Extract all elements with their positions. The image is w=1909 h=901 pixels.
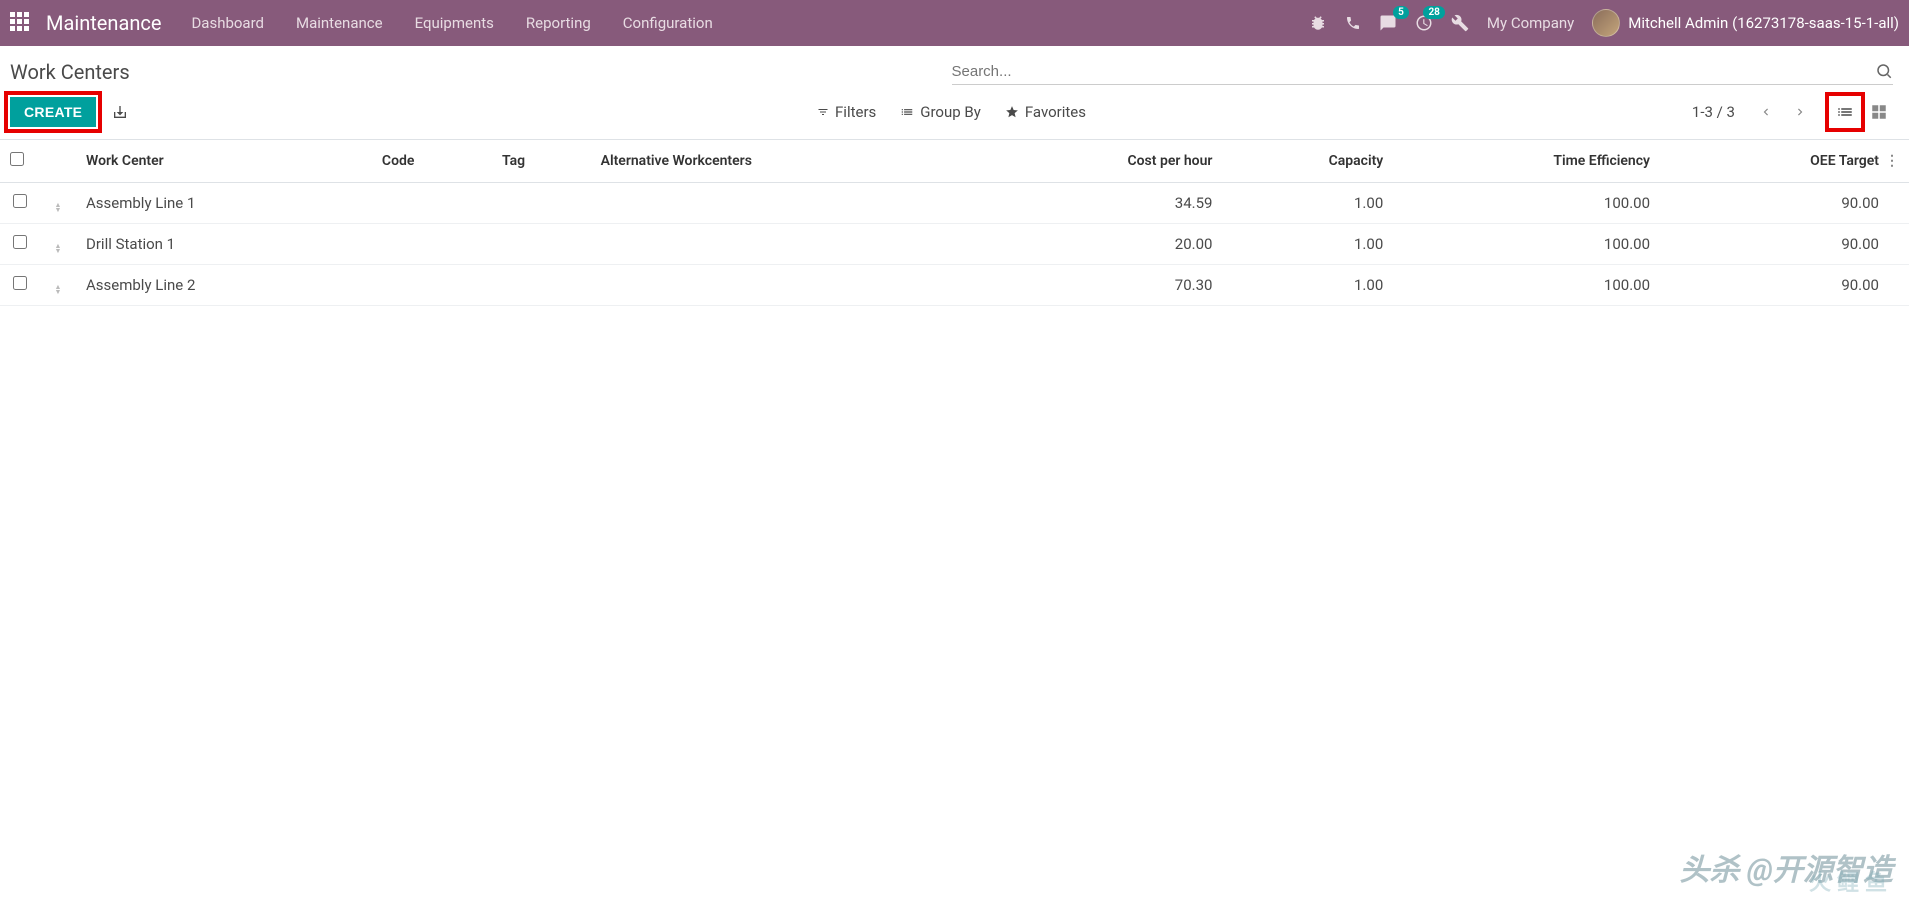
cell-eff: 100.00 <box>1393 224 1660 265</box>
cell-alt <box>591 183 983 224</box>
main-menu: Dashboard Maintenance Equipments Reporti… <box>191 14 1308 32</box>
col-eff[interactable]: Time Efficiency <box>1393 140 1660 183</box>
activities-badge: 28 <box>1423 6 1444 19</box>
filters-button[interactable]: Filters <box>817 103 876 121</box>
drag-handle-icon[interactable] <box>55 244 62 254</box>
favorites-label: Favorites <box>1025 103 1086 121</box>
navbar-right: 5 28 My Company Mitchell Admin (16273178… <box>1309 9 1899 37</box>
cell-tag <box>492 183 591 224</box>
menu-dashboard[interactable]: Dashboard <box>191 14 264 32</box>
pager-text[interactable]: 1-3 / 3 <box>1692 103 1735 121</box>
cell-oee: 90.00 <box>1660 183 1909 224</box>
menu-maintenance[interactable]: Maintenance <box>296 14 383 32</box>
col-name[interactable]: Work Center <box>76 140 372 183</box>
cell-cost: 20.00 <box>982 224 1222 265</box>
groupby-button[interactable]: Group By <box>900 103 981 121</box>
kanban-view-button[interactable] <box>1865 98 1893 126</box>
search-input[interactable] <box>952 63 1876 80</box>
select-all-checkbox[interactable] <box>10 152 24 166</box>
messages-badge: 5 <box>1393 6 1409 19</box>
cell-cost: 34.59 <box>982 183 1222 224</box>
star-icon <box>1005 105 1019 119</box>
control-panel: Work Centers CREATE Filters Group By <box>0 46 1909 140</box>
col-alt[interactable]: Alternative Workcenters <box>591 140 983 183</box>
cell-alt <box>591 224 983 265</box>
watermark2: 火鲤鱼 <box>1809 865 1893 897</box>
columns-menu-icon[interactable]: ⋮ <box>1885 153 1899 169</box>
app-brand[interactable]: Maintenance <box>46 11 161 35</box>
cell-eff: 100.00 <box>1393 265 1660 306</box>
cell-tag <box>492 224 591 265</box>
drag-handle-icon[interactable] <box>55 203 62 213</box>
company-selector[interactable]: My Company <box>1487 14 1574 32</box>
cell-alt <box>591 265 983 306</box>
activities-icon[interactable]: 28 <box>1415 14 1433 32</box>
pager-prev[interactable] <box>1753 101 1779 123</box>
work-centers-table: Work Center Code Tag Alternative Workcen… <box>0 140 1909 306</box>
search-icon[interactable] <box>1875 62 1893 80</box>
table-row[interactable]: Drill Station 1 20.00 1.00 100.00 90.00 <box>0 224 1909 265</box>
groupby-label: Group By <box>920 103 981 121</box>
cell-code <box>372 183 492 224</box>
col-cost[interactable]: Cost per hour <box>982 140 1222 183</box>
cell-tag <box>492 265 591 306</box>
filters-label: Filters <box>835 103 876 121</box>
list-icon <box>900 105 914 119</box>
apps-icon[interactable] <box>10 12 32 34</box>
funnel-icon <box>817 106 829 118</box>
download-icon[interactable] <box>112 104 128 120</box>
list-view-button[interactable] <box>1831 98 1859 126</box>
cell-capacity: 1.00 <box>1222 224 1393 265</box>
row-checkbox[interactable] <box>13 276 27 290</box>
tools-icon[interactable] <box>1451 14 1469 32</box>
menu-reporting[interactable]: Reporting <box>526 14 591 32</box>
cell-oee: 90.00 <box>1660 265 1909 306</box>
cell-name: Assembly Line 2 <box>76 265 372 306</box>
row-checkbox[interactable] <box>13 235 27 249</box>
drag-handle-icon[interactable] <box>55 285 62 295</box>
cell-capacity: 1.00 <box>1222 265 1393 306</box>
table-row[interactable]: Assembly Line 2 70.30 1.00 100.00 90.00 <box>0 265 1909 306</box>
user-menu[interactable]: Mitchell Admin (16273178-saas-15-1-all) <box>1592 9 1899 37</box>
main-navbar: Maintenance Dashboard Maintenance Equipm… <box>0 0 1909 46</box>
col-oee[interactable]: OEE Target <box>1810 153 1879 169</box>
cell-code <box>372 265 492 306</box>
cell-capacity: 1.00 <box>1222 183 1393 224</box>
col-capacity[interactable]: Capacity <box>1222 140 1393 183</box>
cell-code <box>372 224 492 265</box>
pager-next[interactable] <box>1787 101 1813 123</box>
menu-equipments[interactable]: Equipments <box>415 14 494 32</box>
cell-eff: 100.00 <box>1393 183 1660 224</box>
watermark: 头杀 @开源智造 <box>1680 845 1893 889</box>
messages-icon[interactable]: 5 <box>1379 14 1397 32</box>
col-tag[interactable]: Tag <box>492 140 591 183</box>
menu-configuration[interactable]: Configuration <box>623 14 713 32</box>
cell-name: Drill Station 1 <box>76 224 372 265</box>
avatar <box>1592 9 1620 37</box>
create-button[interactable]: CREATE <box>10 97 96 127</box>
col-code[interactable]: Code <box>372 140 492 183</box>
phone-icon[interactable] <box>1345 15 1361 31</box>
table-row[interactable]: Assembly Line 1 34.59 1.00 100.00 90.00 <box>0 183 1909 224</box>
debug-icon[interactable] <box>1309 14 1327 32</box>
breadcrumb: Work Centers <box>10 60 952 84</box>
cell-name: Assembly Line 1 <box>76 183 372 224</box>
search-bar[interactable] <box>952 58 1894 85</box>
user-name: Mitchell Admin (16273178-saas-15-1-all) <box>1628 14 1899 32</box>
row-checkbox[interactable] <box>13 194 27 208</box>
cell-oee: 90.00 <box>1660 224 1909 265</box>
favorites-button[interactable]: Favorites <box>1005 103 1086 121</box>
cell-cost: 70.30 <box>982 265 1222 306</box>
